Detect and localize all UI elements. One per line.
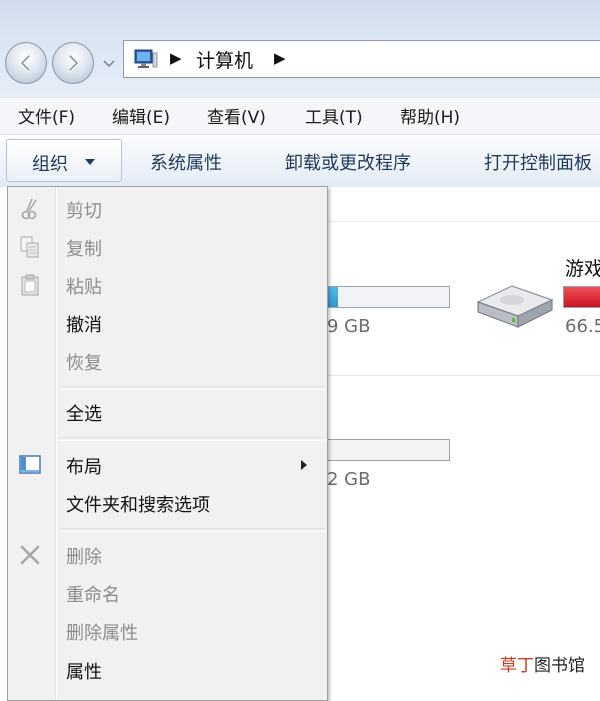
menu-label-layout: 布局 [66, 457, 102, 478]
menu-view[interactable]: 查看(V) [207, 103, 266, 128]
menu-label-paste: 粘贴 [66, 277, 102, 298]
menu-file[interactable]: 文件(F) [18, 103, 75, 128]
menu-item-rename[interactable]: 重命名 [8, 575, 327, 611]
breadcrumb-separator-icon[interactable]: ▶ [170, 49, 182, 67]
menu-label-undo: 撤消 [66, 315, 102, 336]
menu-item-undo[interactable]: 撤消 [8, 305, 327, 341]
menu-label-cut: 剪切 [66, 201, 102, 222]
menu-item-paste[interactable]: 粘贴 [8, 267, 327, 303]
group-divider-2 [328, 375, 600, 376]
menu-item-redo[interactable]: 恢复 [8, 343, 327, 379]
layout-icon [19, 455, 41, 474]
organize-label: 组织 [32, 154, 68, 175]
hard-drive-icon[interactable] [472, 280, 556, 330]
menu-item-layout[interactable]: 布局 [8, 447, 327, 483]
delete-icon [20, 545, 40, 565]
watermark: 草丁图书馆 [500, 651, 585, 676]
back-arrow-icon [20, 54, 31, 72]
drive-usage-bar [320, 286, 450, 308]
menu-label-rename: 重命名 [66, 585, 120, 606]
back-button[interactable] [5, 42, 47, 84]
group-divider [328, 221, 600, 222]
uninstall-program-button[interactable]: 卸载或更改程序 [285, 149, 411, 175]
organize-menu: 剪切 复制 粘贴 撤消 恢复 全选 布局 文件夹和搜索选项 删除 重命名 删除属… [7, 186, 328, 701]
menu-item-select-all[interactable]: 全选 [8, 394, 327, 430]
menu-label-folder-options: 文件夹和搜索选项 [66, 495, 210, 516]
copy-icon [20, 236, 39, 258]
menu-separator [60, 386, 325, 390]
drive-name[interactable]: 游戏 [565, 254, 600, 281]
command-bar: 组织 系统属性 卸载或更改程序 打开控制面板 [0, 134, 600, 188]
drive-usage-fill-game [564, 287, 600, 307]
drive-size-text-2: 2 GB [327, 469, 371, 490]
menu-label-properties: 属性 [66, 662, 102, 683]
menu-separator [60, 437, 325, 441]
drive-usage-bar-game [563, 286, 600, 308]
open-control-panel-button[interactable]: 打开控制面板 [484, 149, 592, 175]
menu-item-folder-options[interactable]: 文件夹和搜索选项 [8, 485, 327, 521]
menu-item-properties[interactable]: 属性 [8, 652, 327, 688]
menu-label-redo: 恢复 [66, 353, 102, 374]
forward-arrow-icon [68, 54, 79, 72]
chevron-down-icon [85, 159, 95, 165]
submenu-arrow-icon [301, 460, 307, 470]
watermark-part-1: 草丁 [500, 656, 534, 676]
drive-size-text: 9 GB [327, 316, 371, 337]
menu-help[interactable]: 帮助(H) [400, 103, 460, 128]
watermark-part-2: 图书馆 [534, 656, 585, 676]
menu-item-remove-properties[interactable]: 删除属性 [8, 613, 327, 649]
organize-button[interactable]: 组织 [6, 139, 122, 182]
menu-separator [60, 528, 325, 532]
menu-label-copy: 复制 [66, 239, 102, 260]
breadcrumb-chevron-icon[interactable]: ▶ [274, 49, 286, 67]
menu-edit[interactable]: 编辑(E) [112, 103, 170, 128]
menu-label-delete: 删除 [66, 547, 102, 568]
paste-icon [21, 274, 39, 296]
menu-item-copy[interactable]: 复制 [8, 229, 327, 265]
drive-usage-bar-2 [320, 439, 450, 461]
address-box[interactable]: ▶ 计算机 ▶ [123, 40, 600, 78]
recent-pages-dropdown-icon[interactable] [102, 56, 116, 70]
menu-tools[interactable]: 工具(T) [305, 103, 363, 128]
forward-button[interactable] [52, 42, 94, 84]
menu-label-select-all: 全选 [66, 404, 102, 425]
menu-label-remove-properties: 删除属性 [66, 623, 138, 644]
system-properties-button[interactable]: 系统属性 [150, 149, 222, 175]
menu-bar: 文件(F) 编辑(E) 查看(V) 工具(T) 帮助(H) [0, 97, 600, 135]
breadcrumb-computer[interactable]: 计算机 [196, 46, 253, 73]
scissors-icon [21, 198, 37, 220]
menu-item-delete[interactable]: 删除 [8, 537, 327, 573]
computer-icon [134, 49, 158, 68]
menu-item-cut[interactable]: 剪切 [8, 191, 327, 227]
address-bar-region: ▶ 计算机 ▶ [0, 0, 600, 97]
drive-size-text-game: 66.5 [565, 316, 600, 337]
